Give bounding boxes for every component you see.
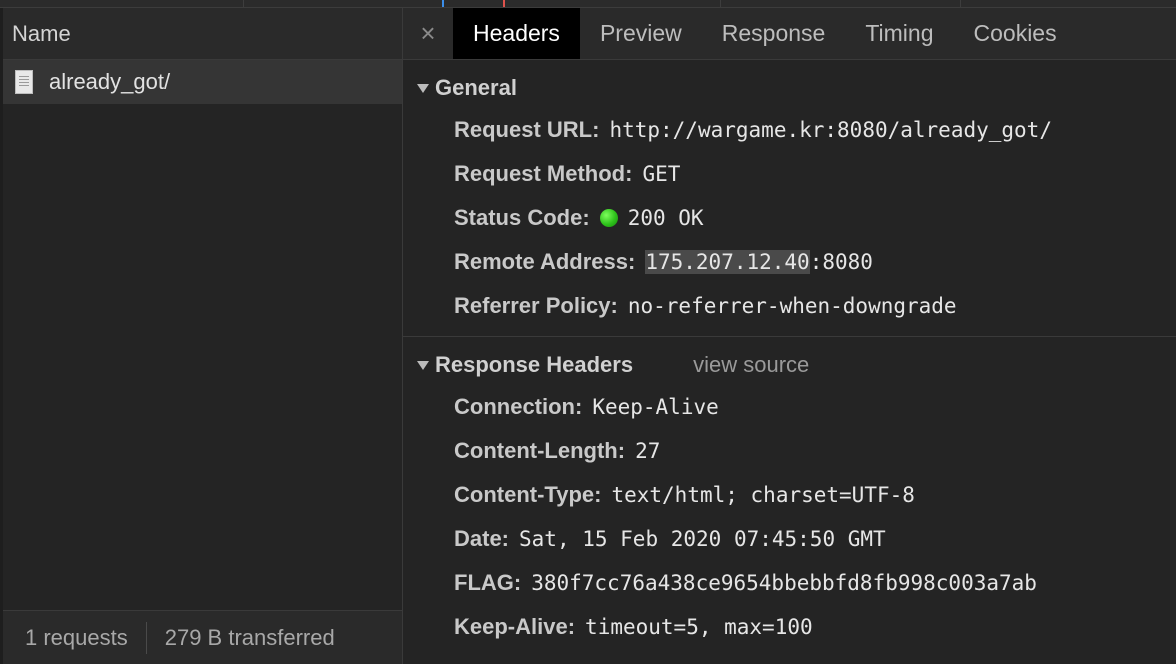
header-value: no-referrer-when-downgrade — [627, 294, 957, 318]
response-header-rows: Connection: Keep-Alive Content-Length: 2… — [403, 385, 1176, 649]
header-key: Date: — [454, 526, 510, 551]
document-icon — [15, 70, 33, 94]
timeline-tick — [243, 0, 244, 7]
header-key: Remote Address: — [454, 249, 636, 274]
timeline-load-marker — [503, 0, 505, 7]
keep-alive-row: Keep-Alive: timeout=5, max=100 — [454, 605, 1176, 649]
network-timeline-overview[interactable] — [0, 0, 1176, 8]
triangle-down-icon — [417, 360, 429, 370]
header-key: Content-Type: — [454, 482, 602, 507]
header-value: Keep-Alive — [592, 395, 719, 419]
tab-timing[interactable]: Timing — [845, 8, 953, 59]
response-headers-title: Response Headers — [435, 352, 634, 377]
header-value: timeout=5, max=100 — [585, 615, 813, 639]
general-section-title: General — [435, 75, 517, 100]
header-key: Content-Length: — [454, 438, 626, 463]
status-code-row: Status Code: 200 OK — [454, 196, 1176, 240]
content-length-row: Content-Length: 27 — [454, 429, 1176, 473]
header-key: Request URL: — [454, 117, 600, 142]
request-list-panel: Name already_got/ 1 requests 279 B trans… — [3, 8, 403, 664]
general-rows: Request URL: http://wargame.kr:8080/alre… — [403, 108, 1176, 328]
request-count: 1 requests — [25, 624, 128, 650]
status-dot-icon — [599, 209, 618, 227]
tab-preview[interactable]: Preview — [580, 8, 702, 59]
request-name: already_got/ — [49, 69, 171, 94]
timeline-domcontentloaded-marker — [442, 0, 444, 7]
connection-row: Connection: Keep-Alive — [454, 385, 1176, 429]
header-value: 380f7cc76a438ce9654bbebbfd8fb998c003a7ab — [531, 571, 1037, 595]
header-key: Status Code: — [454, 205, 590, 230]
section-divider — [403, 336, 1176, 337]
header-value: text/html; charset=UTF-8 — [611, 483, 915, 507]
header-key: FLAG: — [454, 570, 522, 595]
name-column-header[interactable]: Name — [3, 8, 402, 60]
timeline-tick — [720, 0, 721, 7]
header-key: Connection: — [454, 394, 583, 419]
referrer-policy-row: Referrer Policy: no-referrer-when-downgr… — [454, 284, 1176, 328]
close-icon[interactable]: × — [403, 8, 453, 59]
remote-address-row: Remote Address: 175.207.12.40:8080 — [454, 240, 1176, 284]
header-key: Referrer Policy: — [454, 293, 618, 318]
tab-cookies[interactable]: Cookies — [954, 8, 1077, 59]
date-row: Date: Sat, 15 Feb 2020 07:45:50 GMT — [454, 517, 1176, 561]
details-tabbar: × Headers Preview Response Timing Cookie… — [403, 8, 1176, 60]
transferred-size: 279 B transferred — [164, 624, 335, 650]
timeline-tick — [960, 0, 961, 7]
view-source-link[interactable]: view source — [693, 352, 809, 378]
header-key: Request Method: — [454, 161, 633, 186]
request-method-row: Request Method: GET — [454, 152, 1176, 196]
response-headers-section-toggle[interactable]: Response Headers view source — [403, 345, 1176, 385]
request-details-panel: × Headers Preview Response Timing Cookie… — [403, 8, 1176, 664]
remote-port: :8080 — [809, 250, 873, 274]
content-type-row: Content-Type: text/html; charset=UTF-8 — [454, 473, 1176, 517]
remote-ip-highlight: 175.207.12.40 — [645, 250, 810, 274]
header-value: 200 OK — [627, 206, 704, 230]
header-key: Keep-Alive: — [454, 614, 576, 639]
network-summary-bar: 1 requests 279 B transferred — [3, 610, 402, 664]
triangle-down-icon — [417, 83, 429, 93]
request-url-row: Request URL: http://wargame.kr:8080/alre… — [454, 108, 1176, 152]
header-value: GET — [642, 162, 681, 186]
tab-response[interactable]: Response — [702, 8, 846, 59]
tab-headers[interactable]: Headers — [453, 8, 580, 59]
request-row-already-got[interactable]: already_got/ — [3, 60, 402, 104]
general-section-toggle[interactable]: General — [403, 68, 1176, 108]
header-value: http://wargame.kr:8080/already_got/ — [609, 118, 1052, 142]
flag-row: FLAG: 380f7cc76a438ce9654bbebbfd8fb998c0… — [454, 561, 1176, 605]
header-value: 27 — [635, 439, 661, 463]
header-value: Sat, 15 Feb 2020 07:45:50 GMT — [519, 527, 886, 551]
